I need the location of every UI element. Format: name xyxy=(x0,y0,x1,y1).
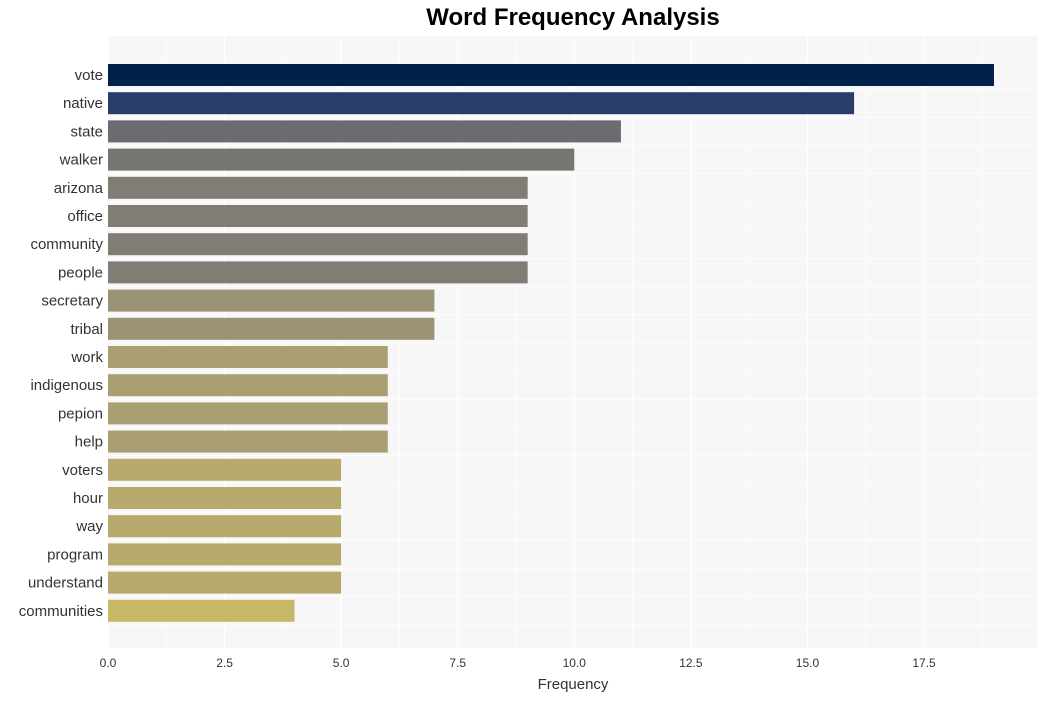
bar-help xyxy=(108,430,388,453)
x-tick-label: 15.0 xyxy=(796,656,820,670)
bar-vote xyxy=(108,64,994,86)
y-tick-label: state xyxy=(70,123,103,140)
bar-pepion xyxy=(108,402,388,425)
y-tick-label: communities xyxy=(19,603,103,620)
y-tick-label: work xyxy=(70,349,103,366)
x-tick-labels: 0.0 2.5 5.0 7.5 10.0 12.5 15.0 17.5 xyxy=(100,656,936,670)
x-tick-label: 12.5 xyxy=(679,656,703,670)
bar-indigenous xyxy=(108,374,388,397)
y-tick-label: secretary xyxy=(41,293,103,310)
bar-office xyxy=(108,205,528,227)
y-tick-label: hour xyxy=(73,490,103,507)
y-tick-label: understand xyxy=(28,575,103,592)
bar-people xyxy=(108,261,528,284)
bar-chart: vote native state walker arizona office commun… xyxy=(19,36,1038,693)
x-tick-label: 7.5 xyxy=(449,656,466,670)
y-tick-label: way xyxy=(75,518,103,535)
bar-arizona xyxy=(108,176,528,199)
bar-state xyxy=(108,120,621,143)
bar-work xyxy=(108,346,388,368)
bar-tribal xyxy=(108,317,435,340)
bar-native xyxy=(108,92,855,115)
bar-hour xyxy=(108,487,342,509)
y-tick-label: walker xyxy=(59,152,103,169)
x-tick-label: 10.0 xyxy=(563,656,587,670)
y-tick-label: indigenous xyxy=(30,377,103,394)
bar-understand xyxy=(108,571,342,594)
y-tick-label: native xyxy=(63,95,103,112)
bar-way xyxy=(108,515,342,538)
y-tick-label: program xyxy=(47,546,103,563)
y-tick-labels: vote native state walker arizona office commun… xyxy=(19,67,104,620)
x-axis-label: Frequency xyxy=(538,676,609,693)
y-tick-label: voters xyxy=(62,462,103,479)
x-tick-label: 17.5 xyxy=(912,656,936,670)
y-tick-label: people xyxy=(58,264,103,281)
y-tick-label: help xyxy=(75,434,103,451)
y-tick-label: pepion xyxy=(58,405,103,422)
bar-program xyxy=(108,543,342,566)
x-tick-label: 2.5 xyxy=(216,656,233,670)
y-tick-label: community xyxy=(30,236,103,253)
x-tick-label: 0.0 xyxy=(100,656,117,670)
y-tick-label: arizona xyxy=(54,180,104,197)
y-tick-label: tribal xyxy=(70,321,103,338)
bar-walker xyxy=(108,148,575,171)
y-tick-label: office xyxy=(67,208,103,225)
bar-community xyxy=(108,233,528,256)
bar-secretary xyxy=(108,289,435,312)
bar-communities xyxy=(108,599,295,622)
bar-voters xyxy=(108,458,342,481)
x-tick-label: 5.0 xyxy=(333,656,350,670)
y-tick-label: vote xyxy=(75,67,103,84)
